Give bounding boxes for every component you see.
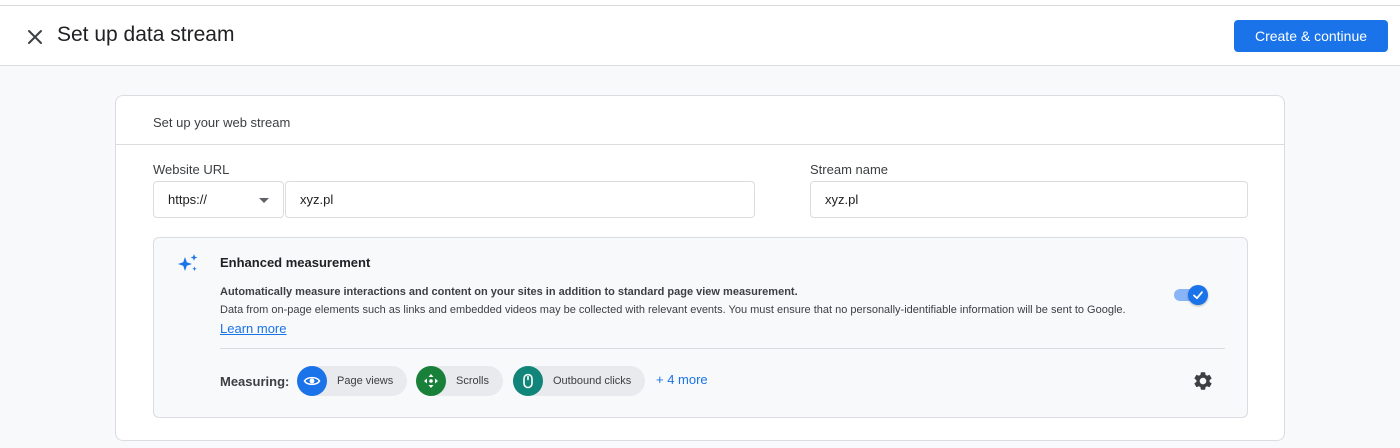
chip-label: Scrolls: [456, 375, 490, 387]
enhanced-measurement-toggle[interactable]: [1174, 285, 1208, 305]
learn-more-link[interactable]: Learn more: [220, 321, 286, 336]
stream-name-value: xyz.pl: [825, 192, 859, 207]
gear-icon[interactable]: [1192, 370, 1214, 392]
website-url-value: xyz.pl: [300, 192, 334, 207]
website-url-label: Website URL: [153, 162, 230, 177]
chip-scrolls[interactable]: Scrolls: [416, 366, 504, 396]
close-button[interactable]: [22, 24, 48, 50]
page-title: Set up data stream: [57, 23, 235, 46]
chip-outbound-clicks[interactable]: Outbound clicks: [513, 366, 646, 396]
toggle-knob: [1188, 285, 1208, 305]
more-measurements-link[interactable]: + 4 more: [656, 372, 708, 387]
chip-page-views[interactable]: Page views: [297, 366, 408, 396]
enhanced-measurement-description: Data from on-page elements such as links…: [220, 304, 1126, 316]
measuring-label: Measuring:: [220, 374, 290, 389]
scroll-icon: [424, 374, 438, 388]
close-icon: [28, 30, 42, 44]
stream-name-label: Stream name: [810, 162, 889, 177]
chip-scrolls-icon-wrap: [416, 366, 446, 396]
eye-icon: [303, 376, 321, 386]
chevron-down-icon: [259, 198, 269, 203]
website-url-input[interactable]: xyz.pl: [285, 181, 755, 218]
chip-outbound-clicks-icon-wrap: [513, 366, 543, 396]
chip-page-views-icon-wrap: [297, 366, 327, 396]
enhanced-measurement-title: Enhanced measurement: [220, 255, 371, 270]
mouse-icon: [523, 373, 533, 389]
enhanced-measurement-panel: Enhanced measurement Automatically measu…: [153, 237, 1248, 418]
stream-name-input[interactable]: xyz.pl: [810, 181, 1248, 218]
card-header: Set up your web stream: [116, 96, 1284, 145]
web-stream-card: Set up your web stream Website URL https…: [115, 95, 1285, 441]
enhanced-measurement-summary: Automatically measure interactions and c…: [220, 286, 798, 298]
page-header: Set up data stream Create & continue: [0, 6, 1400, 66]
card-heading: Set up your web stream: [153, 115, 291, 130]
chip-label: Page views: [337, 375, 394, 387]
protocol-select[interactable]: https://: [153, 181, 284, 218]
sparkle-icon: [178, 254, 198, 272]
divider: [220, 348, 1225, 349]
create-continue-button[interactable]: Create & continue: [1234, 20, 1388, 52]
protocol-select-value: https://: [168, 192, 208, 207]
chip-label: Outbound clicks: [553, 375, 632, 387]
check-icon: [1193, 291, 1203, 300]
